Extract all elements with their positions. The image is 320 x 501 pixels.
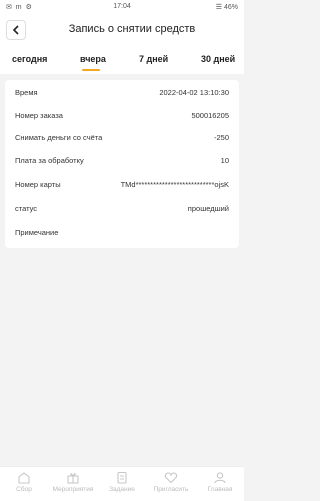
nav-item-tasks[interactable]: Задание: [98, 471, 146, 493]
nav-label: Главная: [207, 486, 233, 493]
row-label: Плата за обработку: [15, 156, 84, 165]
withdrawal-record-card: Время 2022-04-02 13:10:30 Номер заказа 5…: [5, 80, 239, 248]
user-icon: [214, 472, 226, 484]
row-value: TMd***************************ojsK: [120, 180, 229, 189]
task-icon: [117, 471, 127, 484]
home-icon: [18, 472, 30, 484]
record-row-status: статус прошедший: [15, 204, 229, 216]
heart-icon: [164, 472, 178, 484]
period-tabs: сегодня вчера 7 дней 30 дней: [0, 46, 244, 74]
row-value: 2022-04-02 13:10:30: [159, 88, 229, 97]
row-label: Примечание: [15, 228, 59, 237]
row-value: 10: [220, 156, 229, 165]
record-row-amount: Снимать деньги со счёта -250: [15, 133, 229, 145]
nav-label: Мероприятия: [52, 486, 94, 493]
row-value: прошедший: [187, 204, 229, 213]
back-button[interactable]: [6, 20, 26, 40]
nav-item-events[interactable]: Мероприятия: [49, 471, 97, 493]
row-label: Снимать деньги со счёта: [15, 133, 103, 142]
nav-item-main[interactable]: Главная: [196, 471, 244, 493]
header: Запись о снятии средств: [0, 14, 244, 46]
record-row-time: Время 2022-04-02 13:10:30: [15, 88, 229, 100]
record-row-order-number: Номер заказа 500016205: [15, 111, 229, 123]
tab-7-days[interactable]: 7 дней: [139, 54, 168, 64]
record-row-card-number: Номер карты TMd*************************…: [15, 180, 229, 192]
row-label: Номер карты: [15, 180, 61, 189]
status-battery: ☰ 46%: [215, 4, 238, 11]
active-tab-indicator: [82, 69, 100, 71]
nav-item-collect[interactable]: Сбор: [0, 471, 48, 493]
row-value: 500016205: [191, 111, 229, 120]
tab-today[interactable]: сегодня: [12, 54, 47, 64]
record-row-fee: Плата за обработку 10: [15, 156, 229, 168]
tab-30-days[interactable]: 30 дней: [201, 54, 235, 64]
row-value: -250: [213, 133, 229, 142]
gift-icon: [67, 473, 79, 484]
nav-item-invite[interactable]: Пригласить: [147, 471, 195, 493]
status-bar: ✉ m ⚙ 17:04 ☰ 46%: [0, 0, 244, 14]
nav-label: Задание: [109, 486, 135, 493]
record-row-note: Примечание: [15, 228, 229, 240]
chevron-left-icon: [12, 25, 19, 35]
nav-label: Пригласить: [153, 486, 189, 493]
status-time: 17:04: [113, 3, 131, 10]
nav-label: Сбор: [16, 486, 32, 493]
row-label: Номер заказа: [15, 111, 63, 120]
page-title: Запись о снятии средств: [68, 23, 196, 35]
bottom-nav: Сбор Мероприятия Задание Пригласить Глав…: [0, 466, 244, 501]
row-label: Время: [15, 88, 38, 97]
row-label: статус: [15, 204, 38, 213]
tab-yesterday[interactable]: вчера: [80, 54, 106, 64]
